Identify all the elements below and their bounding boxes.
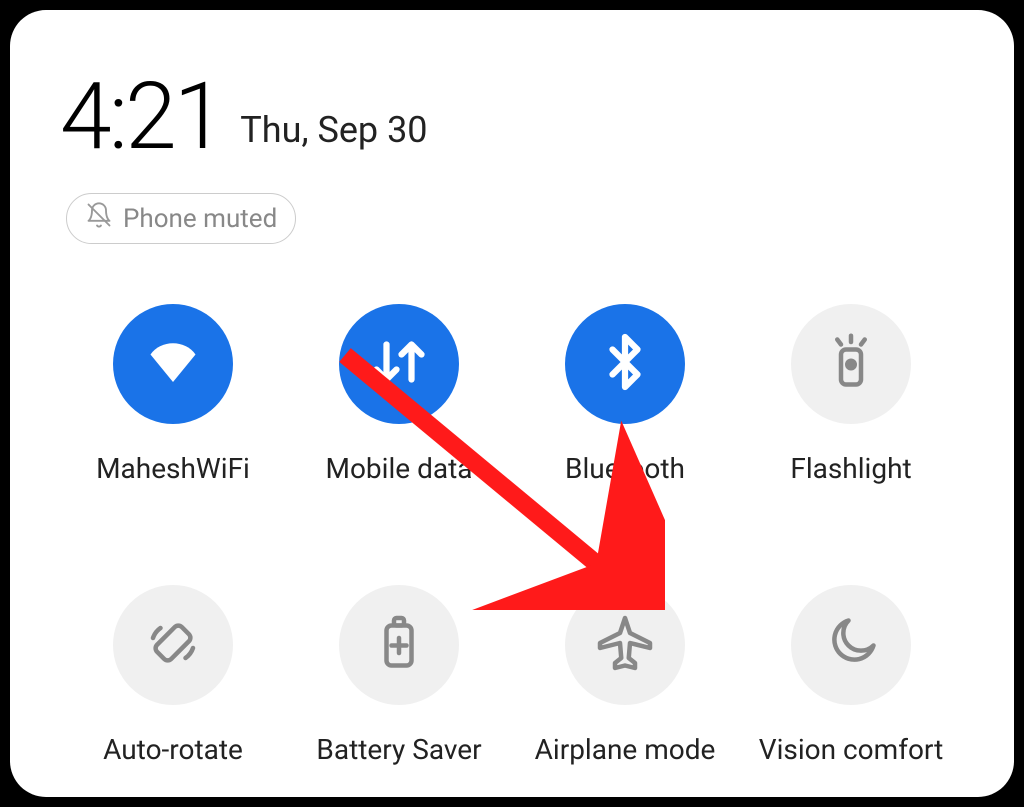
clock-date: Thu, Sep 30	[240, 109, 427, 151]
vision-comfort-toggle[interactable]	[791, 585, 911, 705]
clock-time: 4:21	[60, 70, 222, 163]
airplane-icon	[595, 613, 655, 677]
tile-vision-comfort: Vision comfort	[758, 585, 944, 766]
bluetooth-toggle[interactable]	[565, 304, 685, 424]
wifi-toggle[interactable]	[113, 304, 233, 424]
tile-label: Auto-rotate	[103, 733, 243, 766]
auto-rotate-toggle[interactable]	[113, 585, 233, 705]
battery-saver-icon	[369, 613, 429, 677]
flashlight-icon	[821, 332, 881, 396]
tile-label: Vision comfort	[759, 733, 944, 766]
tile-label: Airplane mode	[535, 733, 716, 766]
tile-label: Mobile data	[326, 452, 473, 485]
tile-bluetooth: Bluetooth	[532, 304, 718, 485]
tile-label: MaheshWiFi	[96, 452, 250, 485]
tile-label: Flashlight	[790, 452, 911, 485]
battery-saver-toggle[interactable]	[339, 585, 459, 705]
flashlight-toggle[interactable]	[791, 304, 911, 424]
bell-off-icon	[85, 201, 113, 236]
moon-icon	[821, 613, 881, 677]
auto-rotate-icon	[143, 613, 203, 677]
tile-mobile-data: Mobile data	[306, 304, 492, 485]
tile-label: Battery Saver	[316, 733, 481, 766]
notification-quick-settings-panel: 4:21 Thu, Sep 30 Phone muted MaheshWiFi	[10, 10, 1014, 797]
tile-airplane-mode: Airplane mode	[532, 585, 718, 766]
quick-settings-grid: MaheshWiFi Mobile data	[60, 304, 964, 766]
wifi-icon	[143, 332, 203, 396]
tile-auto-rotate: Auto-rotate	[80, 585, 266, 766]
tile-label: Bluetooth	[565, 452, 685, 485]
tile-flashlight: Flashlight	[758, 304, 944, 485]
mobile-data-toggle[interactable]	[339, 304, 459, 424]
phone-muted-chip[interactable]: Phone muted	[66, 193, 296, 244]
airplane-mode-toggle[interactable]	[565, 585, 685, 705]
header-row: 4:21 Thu, Sep 30	[60, 70, 964, 163]
bluetooth-icon	[595, 332, 655, 396]
tile-wifi: MaheshWiFi	[80, 304, 266, 485]
phone-muted-label: Phone muted	[123, 204, 277, 234]
mobile-data-icon	[369, 332, 429, 396]
tile-battery-saver: Battery Saver	[306, 585, 492, 766]
